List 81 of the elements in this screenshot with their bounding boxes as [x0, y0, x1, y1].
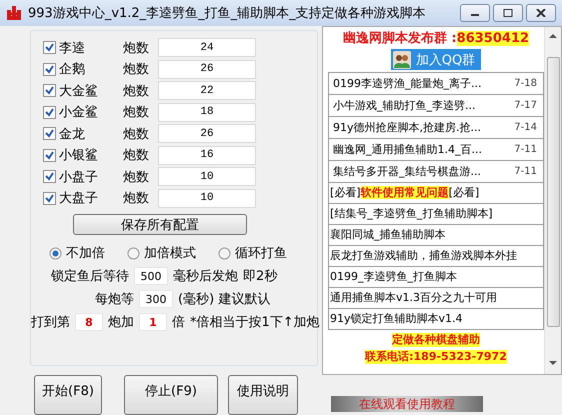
- shot-label: 炮数: [123, 104, 150, 122]
- interval-field[interactable]: 300: [139, 290, 173, 308]
- checkbox[interactable]: [43, 106, 56, 119]
- shot-number-field[interactable]: 8: [75, 313, 103, 331]
- checkbox[interactable]: [43, 127, 56, 140]
- radio-icon: [127, 246, 140, 260]
- fish-name: 金龙: [59, 126, 86, 143]
- fish-name: 大盘子: [59, 190, 99, 208]
- scroll-up-icon[interactable]: [549, 33, 557, 39]
- group-title: 幽逸网脚本发布群 :: [342, 30, 457, 47]
- double-note: *倍相当于按1下↑加炮: [190, 314, 320, 331]
- wait-suffix: 毫秒后发炮: [173, 268, 238, 285]
- shot-count-field[interactable]: 22: [158, 81, 256, 100]
- fish-name: 小盘子: [59, 168, 99, 186]
- script-list-item[interactable]: 91y德州抢座脚本,抢建房.抢... 7-14: [328, 117, 544, 139]
- mode-radio[interactable]: 循环打鱼: [218, 244, 287, 262]
- double-middle: 炮加: [108, 314, 134, 331]
- checkbox[interactable]: [43, 170, 56, 184]
- script-list-item[interactable]: 0199李逵劈渔_能量炮_离子... 7-18: [328, 73, 544, 95]
- fish-name: 大金鲨: [59, 82, 99, 100]
- script-list-item[interactable]: 91y锁定打鱼辅助脚本v1.4: [328, 309, 544, 330]
- shot-count-field[interactable]: 24: [158, 38, 256, 58]
- ad-text: 定做各种棋盘辅助: [392, 333, 480, 347]
- scroll-down-icon[interactable]: [549, 360, 557, 366]
- maximize-button[interactable]: [493, 4, 523, 22]
- shot-count-field[interactable]: 10: [158, 167, 256, 186]
- radio-icon: [218, 246, 231, 260]
- mode-radio[interactable]: 不加倍: [49, 244, 105, 262]
- multiplier-field[interactable]: 1: [139, 313, 167, 331]
- shot-count-field[interactable]: 16: [158, 146, 256, 165]
- shot-label: 炮数: [123, 190, 150, 208]
- script-list-item[interactable]: 幽逸网_通用捕鱼辅助1.4_百... 7-11: [328, 139, 544, 161]
- maximize-icon: [503, 9, 513, 17]
- group-number: 86350412: [456, 30, 530, 46]
- ad-text: 联系电话:189-5323-7972: [365, 350, 507, 364]
- fish-name: 企鹅: [59, 61, 86, 78]
- script-list-item[interactable]: 0199_李逵劈鱼_打鱼脚本: [328, 267, 544, 288]
- close-button[interactable]: [526, 4, 556, 22]
- scrollbar[interactable]: [544, 27, 561, 374]
- script-list-item[interactable]: 襄阳同城_捕鱼辅助脚本: [328, 225, 544, 246]
- wait-note: 即2秒: [243, 268, 278, 285]
- shot-label: 炮数: [123, 61, 150, 78]
- script-list-item[interactable]: 集结号多开器_集结号棋盘游... 7-11: [328, 161, 544, 183]
- checkbox[interactable]: [43, 192, 56, 205]
- double-label: 打到第: [31, 314, 70, 331]
- close-icon: [536, 9, 546, 17]
- save-button[interactable]: 保存所有配置: [73, 214, 247, 235]
- shot-label: 炮数: [123, 82, 150, 100]
- action-button[interactable]: 使用说明: [228, 375, 298, 415]
- script-list-item[interactable]: [结集号_李逵劈鱼_打鱼辅助脚本]: [328, 204, 544, 225]
- wait-field[interactable]: 500: [134, 267, 168, 285]
- interval-suffix: (毫秒) 建议默认: [178, 291, 270, 308]
- shot-count-field[interactable]: 26: [158, 60, 256, 79]
- checkbox[interactable]: [43, 41, 56, 54]
- minimize-button[interactable]: [460, 4, 490, 22]
- fish-name: 李逵: [59, 40, 86, 57]
- shot-count-field[interactable]: 10: [158, 188, 256, 208]
- checkbox[interactable]: [43, 84, 56, 98]
- script-list-item[interactable]: 辰龙打鱼游戏辅助，捕鱼游戏脚本外挂: [328, 246, 544, 267]
- fish-name: 小金鲨: [59, 104, 99, 122]
- script-list-item[interactable]: 小牛游戏_辅助打鱼_李逵劈... 7-17: [328, 95, 544, 117]
- checkbox[interactable]: [43, 62, 56, 76]
- action-button[interactable]: 开始(F8): [34, 375, 102, 415]
- shot-count-field[interactable]: 18: [158, 102, 256, 122]
- shot-label: 炮数: [123, 40, 150, 57]
- action-button[interactable]: 停止(F9): [124, 375, 218, 415]
- radio-icon: [49, 246, 62, 260]
- shot-label: 炮数: [123, 147, 150, 164]
- window-title: 993游戏中心_v1.2_李逵劈鱼_打鱼_辅助脚本_支持定做各种游戏脚本: [28, 5, 426, 22]
- mode-radio[interactable]: 加倍模式: [127, 244, 196, 262]
- shot-count-field[interactable]: 26: [158, 124, 256, 144]
- wait-label: 锁定鱼后等待: [51, 268, 129, 285]
- logo-icon: [6, 5, 22, 21]
- shot-label: 炮数: [123, 168, 150, 186]
- double-suffix: 倍: [172, 314, 185, 331]
- interval-label: 每炮等: [95, 291, 134, 308]
- users-icon: [392, 50, 411, 68]
- script-list-item[interactable]: 通用捕鱼脚本v1.3百分之九十可用: [328, 288, 544, 309]
- fish-name: 小银鲨: [59, 147, 99, 164]
- shot-label: 炮数: [123, 126, 150, 143]
- checkbox[interactable]: [43, 148, 56, 162]
